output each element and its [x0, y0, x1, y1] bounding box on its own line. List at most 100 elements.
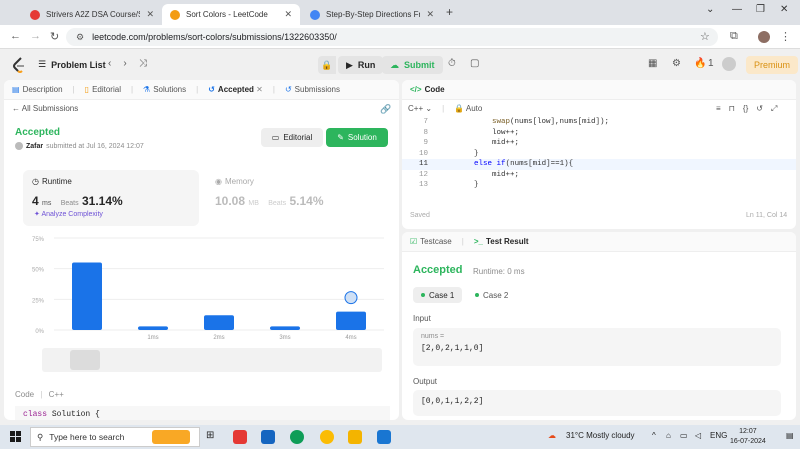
bookmark-star-icon[interactable]: ☆	[700, 30, 710, 43]
close-tab-icon[interactable]: ✕	[146, 9, 154, 20]
tray-chevron-icon[interactable]: ^	[652, 431, 656, 440]
prev-problem-icon[interactable]: ‹	[108, 58, 111, 69]
layout-icon[interactable]: ▦	[648, 58, 657, 69]
submit-button[interactable]: ☁ Submit	[382, 56, 443, 74]
code-area[interactable]: 7 swap(nums[low],nums[mid]); 8 low++; 9 mi…	[402, 117, 796, 199]
problem-list-label: Problem List	[51, 59, 106, 70]
tab-solutions[interactable]: ⚗ Solutions	[143, 85, 186, 94]
close-tab-icon[interactable]: ✕	[284, 9, 292, 20]
profile-avatar[interactable]	[758, 31, 770, 43]
close-tab-icon[interactable]: ✕	[256, 85, 263, 94]
network-icon[interactable]: ⌂	[666, 431, 671, 440]
language-select[interactable]: C++ ⌄	[408, 104, 432, 113]
run-button[interactable]: ▶ Run	[338, 56, 384, 74]
tab-testcase[interactable]: ☑ Testcase	[410, 237, 452, 246]
code-line[interactable]: 12 mid++;	[402, 170, 796, 181]
code-line[interactable]: 8 low++;	[402, 128, 796, 139]
reset-icon[interactable]: ↺	[756, 104, 763, 114]
code-line[interactable]: 13 }	[402, 180, 796, 191]
tab-submissions[interactable]: ↺ Submissions	[285, 85, 340, 94]
language-indicator[interactable]: ENG	[710, 431, 727, 440]
settings-gear-icon[interactable]: ⚙	[672, 58, 681, 69]
search-highlight-icon[interactable]	[152, 430, 190, 444]
store-icon[interactable]	[261, 430, 275, 444]
share-link-icon[interactable]: 🔗	[380, 104, 391, 115]
file-explorer-icon[interactable]	[348, 430, 362, 444]
maximize-icon[interactable]: ❐	[756, 4, 765, 15]
memory-label[interactable]: ◉ Memory	[215, 177, 254, 186]
chart-bar[interactable]	[204, 315, 234, 330]
weather-icon[interactable]: ☁	[548, 431, 556, 440]
next-problem-icon[interactable]: ›	[123, 58, 126, 69]
input-box[interactable]: nums = [2,0,2,1,1,0]	[413, 328, 781, 366]
youtube-icon[interactable]	[233, 430, 247, 444]
problem-list-button[interactable]: ☰ Problem List	[38, 59, 106, 70]
runtime-label-text: Runtime	[41, 177, 72, 186]
new-tab-icon[interactable]: +	[446, 5, 453, 19]
close-tab-icon[interactable]: ✕	[426, 9, 434, 20]
bookmark-icon[interactable]: ⊓	[729, 104, 735, 114]
tab-separator: |	[196, 85, 199, 94]
case-1-tab[interactable]: Case 1	[413, 287, 463, 303]
extensions-icon[interactable]: ⧉	[730, 30, 738, 43]
url-field[interactable]: ⚙ leetcode.com/problems/sort-colors/subm…	[66, 28, 718, 46]
chart-range-navigator[interactable]	[42, 348, 382, 372]
back-icon[interactable]: ←	[10, 30, 21, 42]
browser-tab-directions[interactable]: Step-By-Step Directions From ✕	[302, 4, 442, 25]
submitted-code-preview[interactable]: class Solution {	[15, 406, 390, 420]
code-line[interactable]: 10 }	[402, 149, 796, 160]
debug-lock-icon[interactable]: 🔒	[318, 56, 336, 74]
notification-icon[interactable]: ▤	[786, 431, 794, 440]
your-submission-marker-icon[interactable]	[344, 291, 358, 305]
case-2-tab[interactable]: Case 2	[467, 287, 516, 303]
solution-button[interactable]: ✎ Solution	[326, 128, 388, 147]
user-avatar[interactable]	[722, 57, 736, 71]
tab-accepted[interactable]: ↺ Accepted ✕	[208, 85, 263, 94]
leetcode-logo-icon[interactable]	[12, 57, 26, 73]
weather-text[interactable]: 31°C Mostly cloudy	[566, 431, 635, 440]
braces-icon[interactable]: {}	[743, 104, 748, 114]
edge-icon[interactable]	[290, 430, 304, 444]
analyze-complexity-link[interactable]: ✦ Analyze Complexity	[34, 210, 103, 218]
output-box[interactable]: [0,0,1,1,2,2]	[413, 390, 781, 416]
windows-start-icon[interactable]	[10, 431, 21, 442]
task-view-icon[interactable]: ⊞	[206, 430, 220, 444]
tab-code[interactable]: </> Code	[410, 85, 445, 94]
mail-icon[interactable]	[377, 430, 391, 444]
premium-button[interactable]: Premium	[746, 56, 799, 74]
tab-search-icon[interactable]: ⌄	[706, 4, 714, 15]
auto-mode-toggle[interactable]: 🔒 Auto	[454, 104, 482, 113]
timer-icon[interactable]: ⏱	[448, 58, 456, 69]
code-line[interactable]: 9 mid++;	[402, 138, 796, 149]
streak-fire-icon[interactable]: 🔥	[694, 58, 706, 69]
chrome-menu-icon[interactable]: ⋮	[780, 30, 791, 43]
expand-icon[interactable]: ⤢	[771, 104, 777, 114]
username[interactable]: Zafar	[26, 143, 43, 150]
battery-icon[interactable]: ▭	[680, 431, 688, 440]
tab-editorial[interactable]: ▯ Editorial	[85, 85, 121, 94]
chrome-icon[interactable]	[320, 430, 334, 444]
minimize-icon[interactable]: —	[732, 4, 742, 15]
site-info-icon[interactable]: ⚙	[76, 32, 84, 43]
all-submissions-link[interactable]: ← All Submissions	[12, 104, 78, 113]
clock[interactable]: 12:07 16-07-2024	[730, 427, 766, 447]
code-line[interactable]: 11 else if(nums[mid]==1){	[402, 159, 796, 170]
tab-test-result[interactable]: >_ Test Result	[474, 237, 529, 246]
close-window-icon[interactable]: ✕	[780, 4, 788, 15]
chart-bar[interactable]	[270, 326, 300, 330]
browser-tab-leetcode[interactable]: Sort Colors - LeetCode ✕	[162, 4, 300, 25]
navigator-handle[interactable]	[70, 350, 100, 370]
code-line[interactable]: 7 swap(nums[low],nums[mid]);	[402, 117, 796, 128]
editorial-button[interactable]: ▭ Editorial	[261, 128, 323, 147]
browser-tab-strivers[interactable]: Strivers A2Z DSA Course/Sheet ✕	[22, 4, 162, 25]
chart-bar[interactable]	[336, 311, 366, 330]
volume-icon[interactable]: ◁	[695, 431, 701, 440]
tab-description[interactable]: ▤ Description	[12, 85, 63, 94]
chart-bar[interactable]	[138, 326, 168, 330]
format-icon[interactable]: ≡	[716, 104, 721, 114]
shuffle-icon[interactable]: ⤨	[139, 58, 147, 69]
chart-bar[interactable]	[72, 262, 102, 330]
forward-icon[interactable]: →	[30, 30, 41, 42]
notes-icon[interactable]: ▢	[470, 58, 479, 69]
reload-icon[interactable]: ↻	[50, 30, 59, 43]
